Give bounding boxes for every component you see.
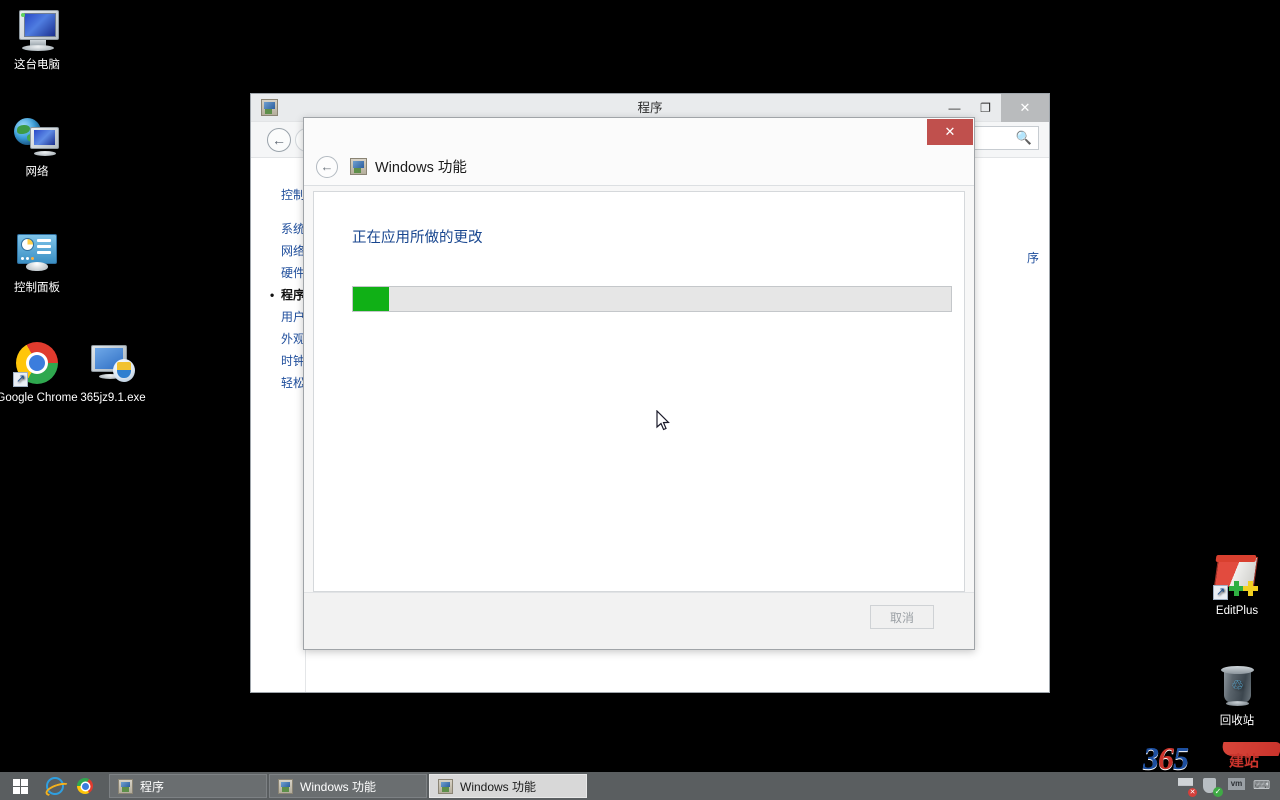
taskbar-button-windows-features-2[interactable]: Windows 功能 [429, 774, 587, 798]
desktop-icon-label: Google Chrome [0, 392, 78, 404]
editplus-icon: ↗ [1213, 552, 1261, 600]
taskbar-button-label: 程序 [140, 779, 165, 794]
sidebar-item-control-panel-home[interactable]: 控制面板主页 [251, 184, 305, 206]
tray-label: ⌨ [1253, 777, 1271, 792]
vm-icon[interactable]: vm [1228, 777, 1245, 795]
taskbar-button-label: Windows 功能 [460, 779, 537, 794]
desktop-icon-label: 网络 [25, 166, 49, 178]
taskbar-button-programs[interactable]: 程序 [109, 774, 267, 798]
tray-badge: ✕ [1188, 787, 1197, 797]
windows-features-icon [438, 778, 453, 794]
dialog-footer: 取消 [304, 592, 974, 649]
back-button[interactable]: ← [267, 128, 291, 152]
cancel-button[interactable]: 取消 [870, 605, 934, 629]
taskbar-google-chrome[interactable] [70, 772, 100, 800]
shortcut-arrow-icon: ↗ [1213, 585, 1228, 600]
desktop-icon-control-panel[interactable]: 控制面板 [0, 229, 80, 296]
start-button[interactable] [0, 772, 40, 800]
windows-logo-icon [12, 778, 28, 794]
programs-content-link[interactable]: 序 [1027, 249, 1039, 266]
desktop-icon-google-chrome[interactable]: ↗ Google Chrome [0, 339, 80, 406]
windows-features-icon [118, 778, 133, 794]
windows-features-icon [261, 99, 278, 116]
chrome-icon: ↗ [13, 339, 61, 387]
dialog-back-button[interactable]: ← [316, 155, 338, 178]
desktop-icon-365jz-exe[interactable]: 365jz9.1.exe [70, 339, 156, 406]
taskbar-button-windows-features-1[interactable]: Windows 功能 [269, 774, 427, 798]
mouse-cursor [656, 410, 670, 431]
sidebar-item-appearance[interactable]: 外观和个性化 [251, 328, 305, 350]
windows-features-dialog[interactable]: ✕ ← Windows 功能 正在应用所做的更改 取消 [303, 117, 975, 650]
tray-label: vm [1228, 777, 1245, 790]
control-panel-icon [13, 229, 61, 277]
keyboard-icon[interactable]: ⌨ [1253, 778, 1270, 795]
progress-bar [352, 286, 952, 312]
windows-features-icon [278, 778, 293, 794]
sidebar-item-user-accounts[interactable]: 用户帐户 [251, 306, 305, 328]
desktop-icon-label: 回收站 [1219, 715, 1255, 727]
ie-icon [46, 777, 64, 795]
sidebar-item-programs[interactable]: 程序 [251, 284, 305, 306]
close-button[interactable]: ✕ [1001, 94, 1049, 122]
installer-shield-icon [89, 339, 137, 387]
desktop-icon-recycle-bin[interactable]: ♲ 回收站 [1194, 662, 1280, 729]
desktop-icon-editplus[interactable]: ↗ EditPlus [1194, 552, 1280, 619]
taskbar[interactable]: 程序 Windows 功能 Windows 功能 ✕ ✓ vm ⌨ [0, 772, 1280, 800]
desktop-icon-network[interactable]: 网络 [0, 113, 80, 180]
status-text: 正在应用所做的更改 [352, 230, 483, 246]
desktop-icon-this-pc[interactable]: 这台电脑 [0, 6, 80, 73]
flag-error-icon[interactable]: ✕ [1178, 777, 1197, 797]
chrome-icon [77, 778, 93, 794]
taskbar-button-label: Windows 功能 [300, 779, 377, 794]
network-globe-icon [13, 113, 61, 161]
dialog-title: Windows 功能 [375, 160, 467, 176]
dialog-close-button[interactable]: ✕ [927, 119, 973, 145]
progress-bar-fill [353, 287, 389, 311]
sidebar-item-network-internet[interactable]: 网络和 Internet [251, 240, 305, 262]
tray-badge: ✓ [1213, 786, 1223, 797]
dialog-topbar: ✕ [304, 118, 974, 148]
sidebar-item-hardware-sound[interactable]: 硬件和声音 [251, 262, 305, 284]
desktop-icon-label: 控制面板 [14, 282, 60, 294]
desktop-icon-label: 这台电脑 [14, 59, 60, 71]
computer-icon [13, 6, 61, 54]
shield-ok-icon[interactable]: ✓ [1203, 777, 1223, 797]
windows-features-icon [350, 158, 367, 175]
desktop-icon-label: 365jz9.1.exe [80, 392, 146, 404]
sidebar-item-ease-of-access[interactable]: 轻松使用 [251, 372, 305, 394]
desktop-icon-label: EditPlus [1215, 605, 1259, 617]
sidebar-item-clock-language[interactable]: 时钟、语言和区域 [251, 350, 305, 372]
dialog-header: ← Windows 功能 [304, 148, 974, 186]
shortcut-arrow-icon: ↗ [13, 372, 28, 387]
control-panel-sidebar: 控制面板主页 系统和安全 网络和 Internet 硬件和声音 程序 用户帐户 … [251, 159, 306, 692]
search-icon: 🔍 [1015, 130, 1032, 145]
dialog-content: 正在应用所做的更改 [313, 191, 965, 592]
system-tray: ✕ ✓ vm ⌨ [1178, 772, 1280, 800]
sidebar-item-system-security[interactable]: 系统和安全 [251, 218, 305, 240]
taskbar-internet-explorer[interactable] [40, 772, 70, 800]
recycle-bin-icon: ♲ [1213, 662, 1261, 710]
